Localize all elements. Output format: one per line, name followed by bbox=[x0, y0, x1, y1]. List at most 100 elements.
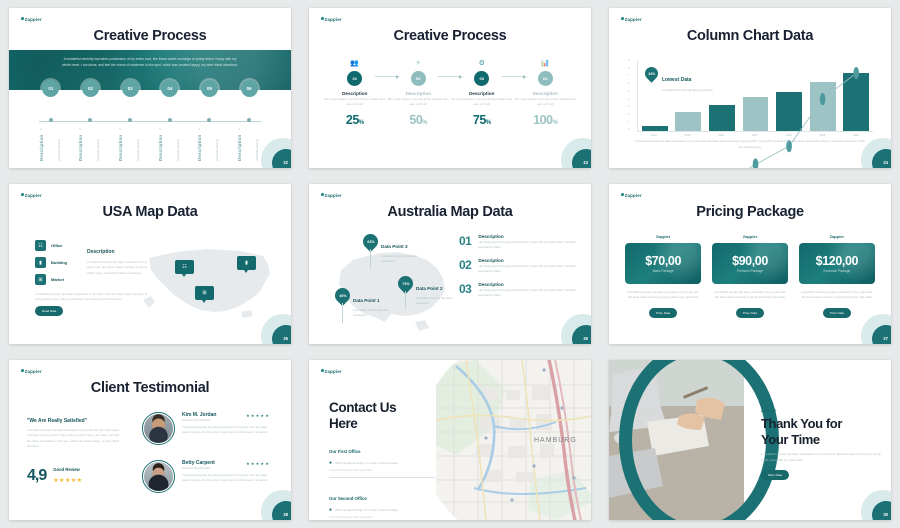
slide-australia-map-data[interactable]: Zappier Australia Map Data 63% Data Poin… bbox=[309, 184, 591, 344]
legend-item-office[interactable]: ☷ Office bbox=[35, 240, 67, 251]
users-icon: 👥 bbox=[350, 60, 360, 67]
timeline-step-01[interactable]: 01 bbox=[42, 80, 60, 97]
page-title: Contact Us Here bbox=[329, 400, 435, 431]
page-title: Column Chart Data bbox=[686, 28, 814, 44]
chart-bar[interactable] bbox=[776, 92, 802, 131]
bar-slot[interactable] bbox=[843, 60, 870, 131]
timeline-step-04[interactable]: 04 bbox=[161, 80, 179, 97]
process-step-3[interactable]: ⚙ 03 Description But I must explain to y… bbox=[450, 58, 526, 127]
pin-stem bbox=[405, 291, 406, 309]
slide-cell-1: Zappier Creative Process A wonderful ser… bbox=[0, 0, 300, 176]
au-point-3[interactable]: 63% Data Point 3 A wonderful serenity ha… bbox=[359, 230, 418, 269]
slide-creative-process-timeline[interactable]: Zappier Creative Process A wonderful ser… bbox=[9, 8, 291, 168]
slide-column-chart-data[interactable]: Zappier Column Chart Data 0 1 2 3 4 5 6 7 8 9 201… bbox=[609, 8, 891, 168]
office-note: A wonderful serenity taken possession bbox=[329, 515, 374, 519]
card-logo: Zappier bbox=[655, 234, 671, 239]
timeline-label-title: Description bbox=[38, 134, 44, 161]
page-title: Pricing Package bbox=[696, 204, 804, 220]
point-name: Data Point 1 bbox=[353, 298, 380, 303]
testimonial-name: Betty Carpent bbox=[182, 460, 215, 466]
package-description: A wonderful serenity has taken possessio… bbox=[627, 291, 700, 300]
percent-value: 50 bbox=[409, 112, 423, 127]
rocket-icon: ✈ bbox=[415, 60, 422, 67]
star-icon-row: ★★★★★ bbox=[246, 412, 270, 418]
package-description: A wonderful serenity has taken possessio… bbox=[800, 291, 873, 300]
chart-bar[interactable] bbox=[675, 112, 702, 131]
step-description: Description But I must explain to you ho… bbox=[323, 91, 387, 108]
chart-bar[interactable] bbox=[641, 126, 668, 131]
y-tick: 8 bbox=[628, 66, 630, 70]
process-step-1[interactable]: 👥 01 Description But I must explain to y… bbox=[323, 58, 399, 127]
legend-item-building[interactable]: ▮ Building bbox=[35, 257, 67, 268]
office-address-row: ● 2006 Camden Borough, 2ⁿᵈ London, Unite… bbox=[329, 507, 435, 513]
read-data-button[interactable]: Read Data bbox=[35, 306, 64, 316]
testimonial-body: "A wonderful serenity has taken possessi… bbox=[182, 473, 269, 482]
price-data-button[interactable]: Price Data bbox=[822, 307, 851, 318]
map-pin-office[interactable]: ☷ bbox=[175, 260, 194, 277]
item-number: 02 bbox=[459, 257, 472, 272]
pricing-card-basic[interactable]: Zappier $70,00 Basic Package A wonderful… bbox=[625, 234, 702, 319]
pin-stem bbox=[370, 249, 371, 269]
timeline-label-title: Description bbox=[118, 134, 124, 161]
callout-heading: Lowest Data bbox=[662, 77, 692, 83]
testimonial-card-1: Kim M. Jordan ★★★★★ Executive Vice Presi… bbox=[142, 412, 270, 445]
slide-creative-process-steps[interactable]: Zappier Creative Process 👥 01 Descriptio… bbox=[309, 8, 591, 168]
timeline-step-05[interactable]: 05 bbox=[200, 80, 218, 97]
price-data-button[interactable]: Price Data bbox=[649, 307, 678, 318]
timeline-dot bbox=[88, 118, 93, 122]
slide-deck-grid: Zappier Creative Process A wonderful ser… bbox=[0, 0, 900, 528]
column-chart: 0123456789 2014 2015 2016 2017 2018 2019 2020 … bbox=[628, 59, 873, 168]
slide-contact-us[interactable]: HAMBURG Zappier Contact Us Here Our Firs… bbox=[309, 360, 591, 520]
page-number: 25 bbox=[283, 336, 288, 341]
legend-item-market[interactable]: ⊞ Market bbox=[35, 274, 67, 285]
slide-thank-you[interactable]: Zappier Thank You for Your Time A wonder… bbox=[609, 360, 891, 520]
slide-usa-map-data[interactable]: Zappier USA Map Data ☷ Office ▮ Building… bbox=[9, 184, 291, 344]
price-data-button[interactable]: Price Data bbox=[735, 307, 764, 318]
chart-bar[interactable] bbox=[742, 97, 769, 131]
map-paragraph: A wonderful serenity has taken possessio… bbox=[35, 293, 147, 302]
process-step-4[interactable]: 📊 04 Description But I must explain to y… bbox=[514, 58, 578, 127]
testimonial-info: Kim M. Jordan ★★★★★ Executive Vice Presi… bbox=[182, 412, 270, 435]
x-tick: 2017 bbox=[752, 134, 758, 137]
bar-slot[interactable] bbox=[776, 60, 802, 131]
step-heading: Description bbox=[469, 91, 495, 96]
au-point-2[interactable]: 74% Data Point 2 A wonderful serenity ha… bbox=[394, 272, 453, 309]
list-item[interactable]: 02 Description Like these sweet mornings… bbox=[459, 258, 577, 275]
map-pin-market[interactable]: ⊞ bbox=[195, 286, 214, 303]
x-tick: 2015 bbox=[684, 134, 691, 137]
y-tick: 2 bbox=[628, 113, 630, 117]
slide-pricing-package[interactable]: Zappier Pricing Package Zappier $70,00 B… bbox=[609, 184, 891, 344]
slide-client-testimonial[interactable]: Zappier Client Testimonial "We Are Reall… bbox=[9, 360, 291, 520]
office-second: Our Second Office ● 2006 Camden Borough,… bbox=[329, 487, 435, 519]
city-map-graphic: HAMBURG bbox=[436, 360, 591, 520]
pricing-card-exclusive[interactable]: Zappier $120,00 Exclusive Package A wond… bbox=[798, 234, 875, 319]
bar-slot[interactable] bbox=[809, 60, 836, 131]
banner-text: A wonderful serenity has taken possessio… bbox=[62, 57, 238, 67]
bar-slot[interactable] bbox=[742, 60, 769, 131]
au-point-1[interactable]: 46% Data Point 1 A wonderful serenity ha… bbox=[331, 284, 390, 323]
chart-bar[interactable] bbox=[809, 82, 836, 131]
brand-logo: Zappier bbox=[21, 369, 42, 374]
step-heading: Description bbox=[405, 91, 431, 96]
thank-you-body: A wonderful serenity has taken possessio… bbox=[761, 452, 881, 462]
map-pin-building[interactable]: ▮ bbox=[237, 256, 256, 273]
more-data-button[interactable]: More Data bbox=[761, 470, 790, 481]
item-body: Like these sweet mornings of spring whic… bbox=[478, 288, 577, 298]
timeline-step-03[interactable]: 03 bbox=[121, 80, 139, 97]
step-body: But I must explain to you how all this m… bbox=[514, 98, 576, 106]
callout-body: A wonderful serenity has taken possessio… bbox=[662, 88, 713, 92]
chart-bar[interactable] bbox=[708, 104, 735, 131]
bar-slot[interactable] bbox=[708, 60, 735, 131]
list-item[interactable]: 03 Description Like these sweet mornings… bbox=[459, 282, 577, 299]
list-item[interactable]: 01 Description Like these sweet mornings… bbox=[459, 234, 577, 251]
process-step-2[interactable]: ✈ 02 Description But I must explain to y… bbox=[387, 58, 462, 127]
pricing-card-premium[interactable]: Zappier $90,00 Premium Package A wonderf… bbox=[711, 234, 789, 319]
chart-bar[interactable] bbox=[843, 72, 870, 131]
price-panel: $120,00 Exclusive Package bbox=[798, 243, 875, 284]
item-heading: Description bbox=[478, 234, 504, 239]
page-number: 22 bbox=[283, 160, 288, 165]
brand-logo: Zappier bbox=[321, 369, 342, 374]
step-description: Description But I must explain to you ho… bbox=[514, 91, 578, 108]
timeline-step-06[interactable]: 06 bbox=[240, 80, 258, 97]
timeline-step-02[interactable]: 02 bbox=[81, 80, 99, 97]
